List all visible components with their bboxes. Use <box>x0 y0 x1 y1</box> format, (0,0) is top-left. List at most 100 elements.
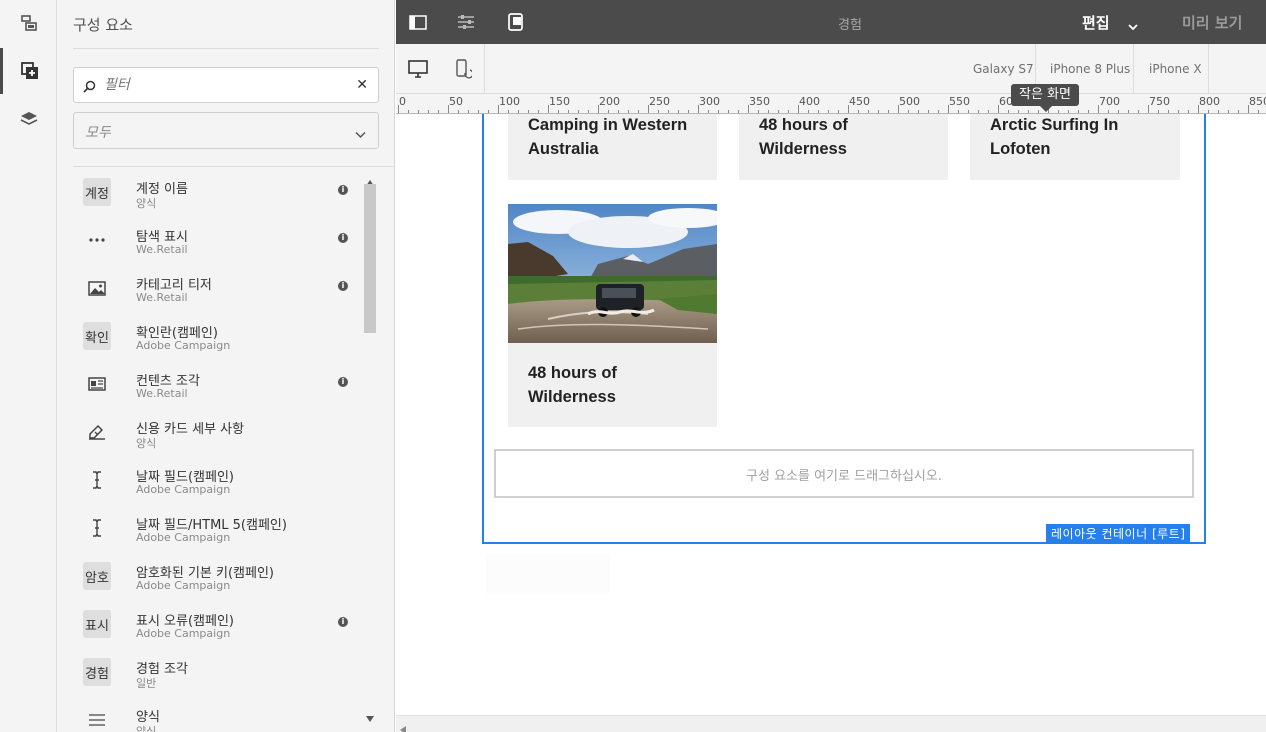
ruler-minor-tick <box>938 110 939 113</box>
ruler-minor-tick <box>518 110 519 113</box>
page-properties-icon[interactable] <box>444 0 488 44</box>
preview-button[interactable]: 미리 보기 <box>1182 12 1242 33</box>
ruler: 0501001502002503003504004505005506006507… <box>396 94 1266 114</box>
component-list-item[interactable]: 카테고리 티저 We.Retail i <box>73 268 363 316</box>
divider <box>73 48 379 49</box>
component-list-item[interactable]: 계정 계정 이름 양식 i <box>73 172 363 220</box>
info-icon[interactable]: i <box>338 617 348 627</box>
ruler-minor-tick <box>1238 110 1239 113</box>
ruler-minor-tick <box>778 110 779 113</box>
teaser-card[interactable]: Camping in Western Australia <box>508 114 717 180</box>
component-list-item[interactable]: 신용 카드 세부 사항 양식 <box>73 412 363 460</box>
teaser-card[interactable]: 48 hours of Wilderness <box>739 114 948 180</box>
ruler-label: 850 <box>1249 95 1266 108</box>
rotate-device-icon[interactable] <box>442 44 484 94</box>
component-list-item[interactable]: 날짜 필드/HTML 5(캠페인) Adobe Campaign <box>73 508 363 556</box>
component-list-item[interactable]: 경험 경험 조각 일반 <box>73 652 363 700</box>
ruler-label: 700 <box>1099 95 1120 108</box>
component-list: 계정 계정 이름 양식 i 탐색 표시 We.Retail i 카테고리 티저 We.Retai… <box>73 168 363 732</box>
toggle-side-panel-icon[interactable] <box>396 0 440 44</box>
ruler-minor-tick <box>428 110 429 113</box>
component-list-item[interactable]: 표시 표시 오류(캠페인) Adobe Campaign i <box>73 604 363 652</box>
component-list-item[interactable]: 확인 확인란(캠페인) Adobe Campaign <box>73 316 363 364</box>
drop-zone[interactable]: 구성 요소를 여기로 드래그하십시오. <box>494 449 1194 498</box>
components-icon[interactable] <box>0 48 57 94</box>
mode-selector[interactable]: 편집 <box>1082 12 1110 33</box>
ruler-minor-tick <box>988 110 989 113</box>
ruler-label: 400 <box>799 95 820 108</box>
group-filter-select[interactable]: 모두 <box>73 112 379 149</box>
filter-search-box[interactable]: ✕ <box>73 67 379 103</box>
teaser-card[interactable]: 48 hours of Wilderness <box>508 204 717 427</box>
component-abbr-icon: 표시 <box>83 610 111 638</box>
info-icon[interactable]: i <box>338 185 348 195</box>
ruler-minor-tick <box>978 110 979 113</box>
component-abbr-icon: 경험 <box>83 658 111 686</box>
chevron-down-icon[interactable] <box>1128 16 1138 35</box>
ruler-minor-tick <box>568 110 569 113</box>
ruler-minor-tick <box>758 110 759 113</box>
info-icon[interactable]: i <box>338 281 348 291</box>
more-dots-icon <box>83 226 111 254</box>
ruler-minor-tick <box>1188 110 1189 113</box>
component-list-item[interactable]: 컨텐츠 조각 We.Retail i <box>73 364 363 412</box>
form-lines-icon <box>83 706 111 732</box>
ruler-minor-tick <box>928 110 929 113</box>
ruler-minor-tick <box>838 110 839 113</box>
component-abbr-icon: 암호 <box>83 562 111 590</box>
app-window: 구성 요소 ✕ 모두 계정계정 이름양식i탐색 표시We.Retaili카테고리… <box>0 0 1266 732</box>
card-title: 48 hours of Wilderness <box>759 116 848 158</box>
ruler-minor-tick <box>1108 110 1109 113</box>
ruler-minor-tick <box>658 110 659 113</box>
ruler-minor-tick <box>1038 110 1039 113</box>
component-group: We.Retail <box>136 243 188 256</box>
scroll-down-icon[interactable] <box>366 707 374 726</box>
layers-icon[interactable] <box>0 96 57 142</box>
ruler-minor-tick <box>458 110 459 113</box>
page-title: 경험 <box>838 18 862 33</box>
ruler-minor-tick <box>868 110 869 113</box>
horizontal-scrollbar[interactable] <box>396 715 1266 732</box>
ruler-minor-tick <box>638 110 639 113</box>
emulator-icon[interactable] <box>494 0 538 44</box>
separator <box>484 44 485 94</box>
ruler-minor-tick <box>488 110 489 113</box>
teaser-card[interactable]: Arctic Surfing In Lofoten <box>970 114 1180 180</box>
info-icon[interactable]: i <box>338 233 348 243</box>
device-galaxy-s7[interactable]: Galaxy S7 <box>973 62 1034 76</box>
page-tree-icon[interactable] <box>0 0 57 46</box>
component-list-item[interactable]: 탐색 표시 We.Retail i <box>73 220 363 268</box>
ruler-minor-tick <box>628 110 629 113</box>
ruler-minor-tick <box>768 110 769 113</box>
info-icon[interactable]: i <box>338 377 348 387</box>
desktop-icon[interactable] <box>396 44 440 94</box>
credit-card-icon <box>83 418 111 446</box>
layout-container-label[interactable]: 레이아웃 컨테이너 [루트] <box>1046 524 1191 544</box>
component-list-item[interactable]: 날짜 필드(캠페인) Adobe Campaign <box>73 460 363 508</box>
filter-input[interactable] <box>104 74 344 96</box>
ruler-minor-tick <box>888 110 889 113</box>
components-panel: 구성 요소 ✕ 모두 계정계정 이름양식i탐색 표시We.Retaili카테고리… <box>57 0 395 732</box>
ruler-minor-tick <box>1008 110 1009 113</box>
scroll-thumb[interactable] <box>364 184 376 333</box>
image-icon <box>83 274 111 302</box>
ruler-label: 0 <box>399 95 406 108</box>
card-title: Camping in Western Australia <box>528 116 688 158</box>
device-iphone-8-plus[interactable]: iPhone 8 Plus <box>1050 62 1130 76</box>
device-iphone-x[interactable]: iPhone X <box>1149 62 1202 76</box>
ruler-minor-tick <box>668 110 669 113</box>
close-icon[interactable]: ✕ <box>356 77 368 93</box>
ruler-minor-tick <box>728 110 729 113</box>
ruler-minor-tick <box>958 110 959 113</box>
ruler-minor-tick <box>718 110 719 113</box>
scroll-left-icon[interactable] <box>400 719 406 732</box>
ruler-minor-tick <box>678 110 679 113</box>
ruler-label: 100 <box>499 95 520 108</box>
component-list-item[interactable]: 양식 양식 <box>73 700 363 732</box>
ruler-minor-tick <box>808 110 809 113</box>
list-scrollbar[interactable] <box>363 168 379 732</box>
component-list-item[interactable]: 암호 암호화된 기본 키(캠페인) Adobe Campaign <box>73 556 363 604</box>
ruler-minor-tick <box>588 110 589 113</box>
ruler-minor-tick <box>1208 110 1209 113</box>
ruler-minor-tick <box>1078 110 1079 113</box>
